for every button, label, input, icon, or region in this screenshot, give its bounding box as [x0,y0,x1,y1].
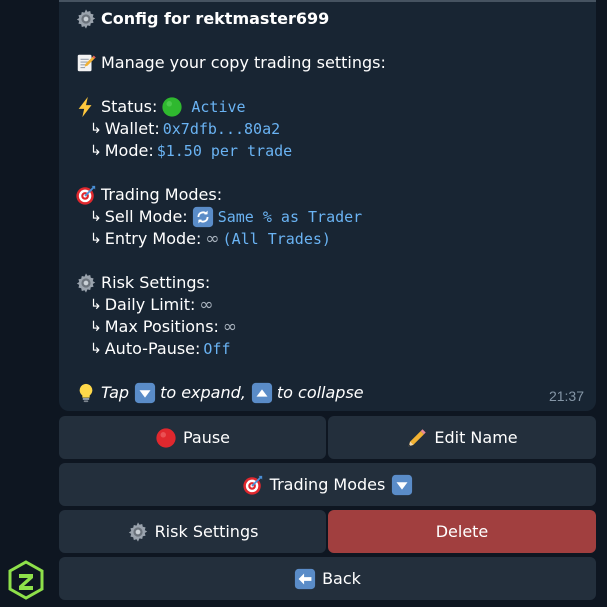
gear-icon [127,521,149,543]
daily-limit-value: ∞ [199,295,214,315]
target-icon [75,184,97,206]
back-button-label: Back [322,569,361,588]
config-title: Config for rektmaster699 [101,9,330,28]
sell-mode-line: ↳ Sell Mode: Same % as Trader [90,206,362,228]
app-logo-icon[interactable] [6,560,46,600]
lightning-icon [75,96,97,118]
trading-modes-line: Trading Modes: [75,184,222,206]
mode-value: $1.50 per trade [156,142,293,160]
message-top-edge [59,0,596,2]
sell-mode-value: Same % as Trader [217,208,363,226]
back-button[interactable]: Back [59,557,596,600]
manage-line: Manage your copy trading settings: [75,52,386,74]
risk-settings-button-label: Risk Settings [154,522,259,541]
risk-settings-line: Risk Settings: [75,272,210,294]
trading-modes-button-label: Trading Modes [269,475,386,494]
green-circle-icon [161,96,183,118]
branch-arrow: ↳ [90,319,102,335]
edit-name-button[interactable]: Edit Name [328,416,596,459]
gear-icon [75,272,97,294]
branch-arrow: ↳ [90,231,102,247]
tip-tap: Tap [101,383,130,402]
back-arrow-icon [294,568,316,590]
manage-text: Manage your copy trading settings: [101,53,386,72]
tip-collapse: to collapse [276,383,364,402]
auto-pause-line: ↳ Auto-Pause: Off [90,338,231,360]
mode-line: ↳ Mode: $1.50 per trade [90,140,292,162]
auto-pause-label: Auto-Pause: [104,339,201,358]
max-positions-line: ↳ Max Positions: ∞ [90,316,237,338]
branch-arrow: ↳ [90,121,102,137]
bot-message-bubble: Config for rektmaster699 Manage your cop… [59,0,596,411]
wallet-address[interactable]: 0x7dfb...80a2 [163,118,280,140]
branch-arrow: ↳ [90,297,102,313]
status-label: Status: [101,97,158,116]
max-positions-label: Max Positions: [104,317,219,336]
entry-mode-line: ↳ Entry Mode: ∞ (All Trades) [90,228,331,250]
trading-modes-label: Trading Modes: [101,185,223,204]
wallet-label: Wallet: [104,119,160,138]
trading-modes-button[interactable]: Trading Modes [59,463,596,506]
edit-name-button-label: Edit Name [434,428,518,447]
up-button-icon [251,382,273,404]
status-line: Status: Active [75,96,246,118]
status-value: Active [191,98,246,116]
memo-icon [75,52,97,74]
light-bulb-icon [75,382,97,404]
repeat-icon [192,206,214,228]
branch-arrow: ↳ [90,341,102,357]
pause-button-label: Pause [182,428,231,447]
gear-icon [75,8,97,30]
auto-pause-value: Off [203,340,231,358]
down-button-icon [391,474,413,496]
red-circle-icon [155,427,177,449]
delete-button-label: Delete [435,522,489,541]
branch-arrow: ↳ [90,143,102,159]
target-icon [242,474,264,496]
tip-expand: to expand, [160,383,246,402]
entry-mode-label: Entry Mode: [104,229,202,248]
message-timestamp: 21:37 [548,388,584,404]
branch-arrow: ↳ [90,209,102,225]
max-positions-value: ∞ [222,317,238,337]
risk-settings-button[interactable]: Risk Settings [59,510,326,553]
risk-settings-label: Risk Settings: [101,273,211,292]
down-button-icon [134,382,156,404]
config-title-line: Config for rektmaster699 [75,8,329,30]
infinity-icon: ∞ [205,229,220,249]
pencil-icon [406,427,428,449]
wallet-line: ↳ Wallet: 0x7dfb...80a2 [90,118,280,140]
sell-mode-label: Sell Mode: [104,207,188,226]
pause-button[interactable]: Pause [59,416,326,459]
mode-label: Mode: [104,141,154,160]
entry-mode-value: (All Trades) [222,230,331,248]
daily-limit-line: ↳ Daily Limit: ∞ [90,294,214,316]
tip-line: Tap to expand, to collapse [75,382,364,404]
delete-button[interactable]: Delete [328,510,596,553]
daily-limit-label: Daily Limit: [104,295,196,314]
